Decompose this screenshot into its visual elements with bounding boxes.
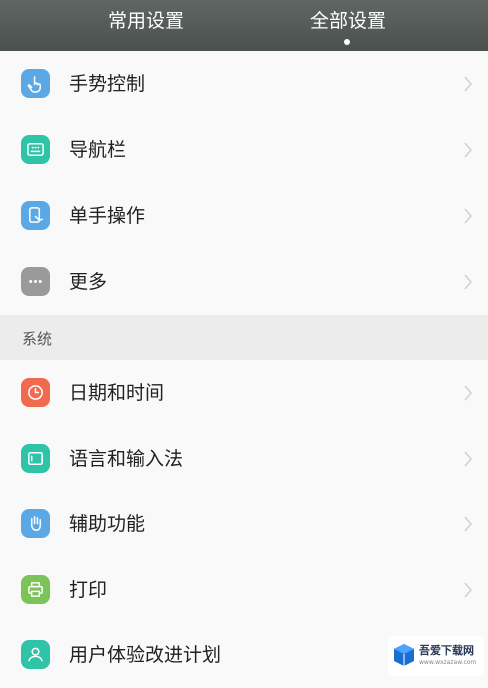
settings-row-more[interactable]: 更多 [0, 249, 488, 315]
phone-hand-icon [21, 201, 50, 230]
active-tab-indicator [344, 39, 350, 45]
top-tab-bar: 常用设置 全部设置 [0, 0, 488, 53]
hand-icon [21, 509, 50, 538]
chevron-right-icon [464, 516, 472, 532]
watermark-badge: 吾爱下载网 www.wxzazaw.com [388, 636, 484, 676]
chevron-right-icon [464, 208, 472, 224]
row-label: 导航栏 [69, 139, 127, 161]
chevron-right-icon [464, 274, 472, 290]
clock-icon [21, 378, 50, 407]
chevron-right-icon [464, 385, 472, 401]
watermark-name: 吾爱下载网 [419, 644, 474, 657]
settings-row-one-hand-mode[interactable]: 单手操作 [0, 183, 488, 249]
hand-tap-icon [21, 69, 50, 98]
chevron-right-icon [464, 451, 472, 467]
row-label: 日期和时间 [69, 382, 165, 404]
settings-row-navigation-bar[interactable]: 导航栏 [0, 117, 488, 183]
row-label: 手势控制 [69, 73, 146, 95]
row-label: 更多 [69, 271, 108, 293]
box-logo-icon [394, 644, 414, 666]
settings-row-gesture-control[interactable]: 手势控制 [0, 51, 488, 117]
watermark-url: www.wxzazaw.com [419, 659, 477, 666]
settings-row-date-time[interactable]: 日期和时间 [0, 360, 488, 426]
row-label: 单手操作 [69, 205, 146, 227]
tab-common-settings[interactable]: 常用设置 [56, 9, 236, 33]
row-label: 用户体验改进计划 [69, 644, 222, 666]
user-icon [21, 640, 50, 669]
section-header-system: 系统 [0, 315, 488, 361]
section-title: 系统 [22, 330, 53, 348]
chevron-right-icon [464, 76, 472, 92]
chevron-right-icon [464, 142, 472, 158]
settings-row-print[interactable]: 打印 [0, 557, 488, 623]
settings-row-accessibility[interactable]: 辅助功能 [0, 491, 488, 557]
settings-row-language-input[interactable]: 语言和输入法 [0, 426, 488, 492]
printer-icon [21, 575, 50, 604]
keyboard-icon [21, 444, 50, 473]
more-dots-icon [21, 267, 50, 296]
row-label: 打印 [69, 579, 108, 601]
tab-all-settings[interactable]: 全部设置 [258, 9, 438, 33]
chevron-right-icon [464, 582, 472, 598]
navbar-icon [21, 135, 50, 164]
row-label: 语言和输入法 [69, 448, 184, 470]
row-label: 辅助功能 [69, 513, 146, 535]
